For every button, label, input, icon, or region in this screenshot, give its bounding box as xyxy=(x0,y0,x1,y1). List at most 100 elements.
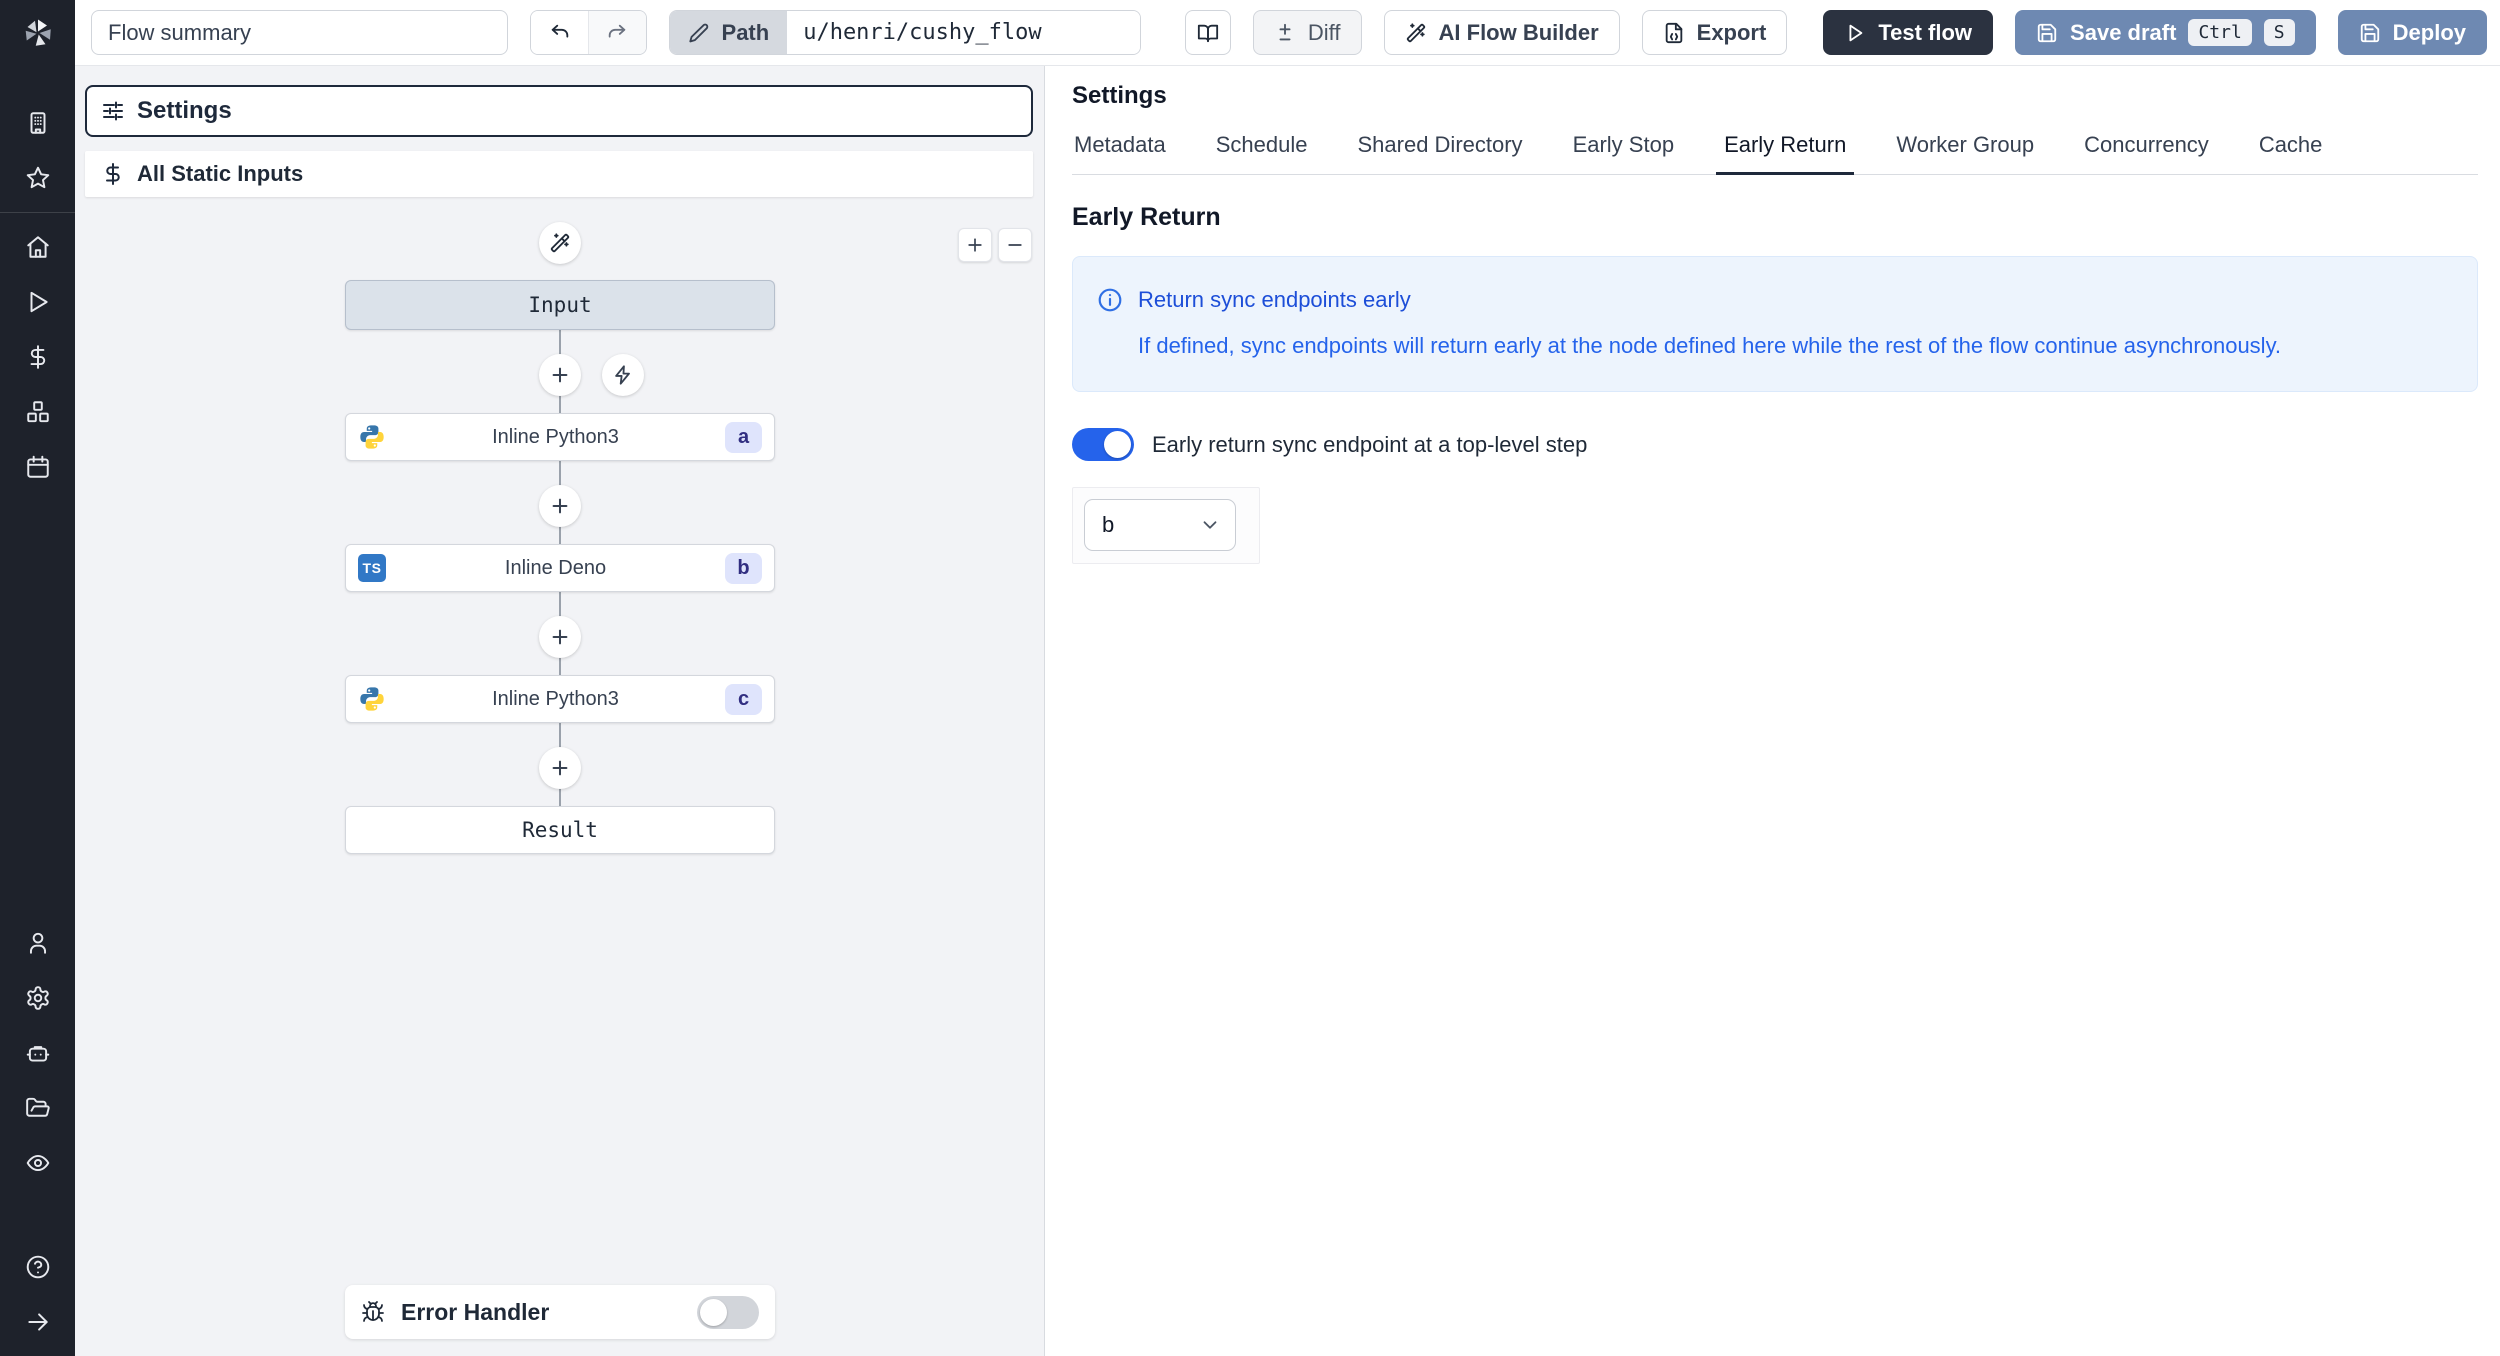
tab-metadata[interactable]: Metadata xyxy=(1072,128,1168,174)
tab-worker-group[interactable]: Worker Group xyxy=(1894,128,2036,174)
undo-button[interactable] xyxy=(530,11,589,54)
audit-eye-icon[interactable] xyxy=(25,1150,51,1176)
flow-node-a-badge: a xyxy=(725,421,762,453)
flow-node-c[interactable]: Inline Python3 c xyxy=(345,675,775,723)
flow-path-group: Path xyxy=(668,10,1141,55)
info-box-header: Return sync endpoints early xyxy=(1097,287,2453,313)
python-icon xyxy=(360,687,384,711)
early-return-toggle[interactable] xyxy=(1072,428,1134,461)
favorites-star-icon[interactable] xyxy=(25,165,51,191)
early-return-info-box: Return sync endpoints early If defined, … xyxy=(1072,256,2478,392)
flow-node-a[interactable]: Inline Python3 a xyxy=(345,413,775,461)
help-icon[interactable] xyxy=(25,1254,51,1280)
python-icon xyxy=(360,425,384,449)
error-handler-toggle[interactable] xyxy=(697,1295,759,1329)
diff-button[interactable]: Diff xyxy=(1252,10,1362,55)
wand-icon xyxy=(550,233,570,253)
flow-node-b-label: Inline Deno xyxy=(504,556,607,579)
deploy-save-icon xyxy=(2360,23,2379,42)
plus-icon xyxy=(552,629,568,645)
diff-button-label: Diff xyxy=(1307,19,1341,45)
info-box-body: If defined, sync endpoints will return e… xyxy=(1138,333,2282,358)
flow-summary-input[interactable] xyxy=(91,10,508,55)
step-select-container: b xyxy=(1072,487,1260,564)
schedules-calendar-icon[interactable] xyxy=(25,454,51,480)
play-icon xyxy=(1849,24,1863,41)
redo-icon xyxy=(609,24,626,38)
home-icon[interactable] xyxy=(25,234,51,260)
zoom-out-button[interactable] xyxy=(998,228,1032,262)
toggle-knob xyxy=(1104,431,1131,458)
save-draft-label: Save draft xyxy=(2070,19,2177,45)
settings-gear-icon[interactable] xyxy=(25,985,51,1011)
redo-button[interactable] xyxy=(588,11,646,54)
book-open-icon xyxy=(1197,24,1219,42)
insert-step-button-3[interactable] xyxy=(539,616,581,658)
test-flow-label: Test flow xyxy=(1878,19,1973,45)
deploy-button[interactable]: Deploy xyxy=(2337,10,2487,55)
path-label-text: Path xyxy=(721,19,770,45)
undo-icon xyxy=(551,24,568,38)
plus-icon xyxy=(968,238,982,252)
resources-boxes-icon[interactable] xyxy=(25,399,51,425)
app-window: Path Diff AI Flow Builder Export xyxy=(0,0,2500,1356)
tab-cache[interactable]: Cache xyxy=(2257,128,2325,174)
trigger-lightning-button[interactable] xyxy=(602,354,644,396)
chevron-down-icon xyxy=(1203,521,1217,529)
collapse-arrow-right-icon[interactable] xyxy=(25,1309,51,1335)
all-static-inputs-label: All Static Inputs xyxy=(137,161,304,186)
error-handler-row[interactable]: Error Handler xyxy=(345,1285,775,1339)
left-nav-rail xyxy=(0,0,75,1356)
ai-edit-wand-button[interactable] xyxy=(539,222,581,264)
early-return-toggle-row: Early return sync endpoint at a top-leve… xyxy=(1072,428,2500,461)
ai-bot-icon[interactable] xyxy=(25,1040,51,1066)
early-return-toggle-label: Early return sync endpoint at a top-leve… xyxy=(1152,431,1588,457)
deploy-label: Deploy xyxy=(2392,19,2466,45)
tab-schedule[interactable]: Schedule xyxy=(1214,128,1310,174)
export-file-icon xyxy=(1665,22,1682,43)
docs-book-button[interactable] xyxy=(1184,10,1231,55)
flow-node-input[interactable]: Input xyxy=(345,280,775,330)
plus-icon xyxy=(552,498,568,514)
ai-flow-builder-label: AI Flow Builder xyxy=(1438,19,1599,45)
test-flow-button[interactable]: Test flow xyxy=(1823,10,1994,55)
flow-node-c-label: Inline Python3 xyxy=(492,687,619,710)
insert-step-button-4[interactable] xyxy=(539,747,581,789)
flow-graph-panel: Settings All Static Inputs Input Inline … xyxy=(75,66,1045,1356)
windmill-logo[interactable] xyxy=(0,0,75,66)
step-select[interactable]: b xyxy=(1084,499,1236,551)
flow-node-result[interactable]: Result xyxy=(345,806,775,854)
step-select-value: b xyxy=(1102,512,1115,537)
runs-play-icon[interactable] xyxy=(25,289,51,315)
plus-icon xyxy=(552,367,568,383)
ai-flow-builder-button[interactable]: AI Flow Builder xyxy=(1383,10,1620,55)
plus-icon xyxy=(552,760,568,776)
insert-step-button-1[interactable] xyxy=(539,354,581,396)
tab-early-return[interactable]: Early Return xyxy=(1716,128,1855,175)
tab-shared-directory[interactable]: Shared Directory xyxy=(1355,128,1524,174)
flow-path-input[interactable] xyxy=(787,11,1140,54)
rail-top-group xyxy=(25,110,51,191)
export-button[interactable]: Export xyxy=(1641,10,1788,55)
workspace-building-icon[interactable] xyxy=(25,110,51,136)
flow-node-a-label: Inline Python3 xyxy=(492,425,619,448)
tab-early-stop[interactable]: Early Stop xyxy=(1571,128,1677,174)
all-static-inputs-row[interactable]: All Static Inputs xyxy=(85,151,1033,197)
insert-step-button-2[interactable] xyxy=(539,485,581,527)
diff-plus-minus-icon xyxy=(1279,23,1291,40)
variables-dollar-icon[interactable] xyxy=(25,344,51,370)
sliders-icon xyxy=(103,101,123,121)
flow-settings-selector[interactable]: Settings xyxy=(85,85,1033,137)
flow-node-b[interactable]: TS Inline Deno b xyxy=(345,544,775,592)
tab-concurrency[interactable]: Concurrency xyxy=(2082,128,2211,174)
folders-icon[interactable] xyxy=(25,1095,51,1121)
rail-main-group xyxy=(25,234,51,480)
settings-panel-title: Settings xyxy=(1072,82,1167,109)
rail-account-group xyxy=(25,930,51,1176)
zoom-in-button[interactable] xyxy=(958,228,992,262)
save-draft-button[interactable]: Save draft Ctrl S xyxy=(2015,10,2316,55)
save-icon xyxy=(2037,23,2057,42)
user-icon[interactable] xyxy=(25,930,51,956)
export-button-label: Export xyxy=(1696,19,1767,45)
error-handler-label: Error Handler xyxy=(401,1298,550,1325)
